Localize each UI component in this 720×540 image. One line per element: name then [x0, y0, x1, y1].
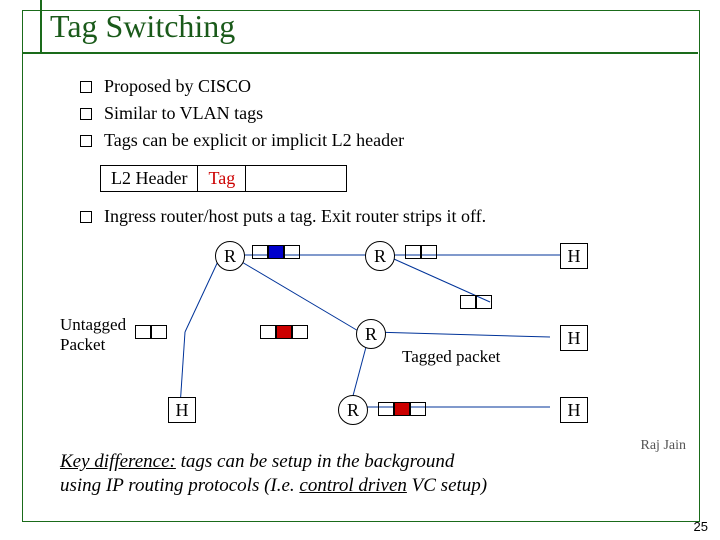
bullet-item: Tags can be explicit or implicit L2 head… — [80, 130, 660, 151]
bullet-item: Proposed by CISCO — [80, 76, 660, 97]
bullet-icon — [80, 81, 92, 93]
host-node: H — [560, 243, 588, 269]
l2-payload-cell — [246, 165, 347, 192]
host-node: H — [560, 397, 588, 423]
key-difference-control: control driven — [299, 475, 406, 496]
key-difference-part2b: VC setup) — [407, 475, 487, 496]
router-node: R — [215, 241, 245, 271]
host-node: H — [168, 397, 196, 423]
attribution-text: Raj Jain — [641, 438, 687, 454]
tagged-label: Tagged packet — [402, 347, 500, 367]
untagged-label-2: Packet — [60, 335, 105, 355]
key-difference-part2a: using IP routing protocols (I.e. — [60, 475, 299, 496]
bullet-text: Tags can be explicit or implicit L2 head… — [104, 130, 404, 151]
untagged-packet-icon — [460, 295, 492, 309]
untagged-packet-icon — [135, 325, 167, 339]
key-difference-text: Key difference: tags can be setup in the… — [60, 450, 660, 498]
router-node: R — [338, 395, 368, 425]
key-difference-label: Key difference: — [60, 451, 176, 472]
tagged-packet-icon — [260, 325, 308, 339]
slide-content: Proposed by CISCO Similar to VLAN tags T… — [60, 70, 660, 437]
slide-title: Tag Switching — [50, 8, 235, 45]
tagged-packet-icon — [252, 245, 300, 259]
bullet-icon — [80, 135, 92, 147]
bullet-text: Ingress router/host puts a tag. Exit rou… — [104, 206, 486, 227]
network-diagram: Untagged Packet R R H R H Tagged packet … — [60, 237, 660, 437]
bullet-icon — [80, 211, 92, 223]
untagged-packet-icon — [405, 245, 437, 259]
key-difference-part1: tags can be setup in the background — [176, 451, 454, 472]
l2-header-cell: L2 Header — [100, 165, 198, 192]
bullet-text: Proposed by CISCO — [104, 76, 251, 97]
bullet-item: Similar to VLAN tags — [80, 103, 660, 124]
page-number: 25 — [694, 519, 708, 534]
untagged-label-1: Untagged — [60, 315, 126, 335]
l2-tag-cell: Tag — [198, 165, 246, 192]
bullet-text: Similar to VLAN tags — [104, 103, 263, 124]
host-node: H — [560, 325, 588, 351]
tagged-packet-icon — [378, 402, 426, 416]
router-node: R — [356, 319, 386, 349]
router-node: R — [365, 241, 395, 271]
title-rule-vertical — [40, 0, 42, 52]
title-rule-horizontal — [22, 52, 698, 54]
l2-header-diagram: L2 Header Tag — [100, 165, 660, 192]
bullet-item: Ingress router/host puts a tag. Exit rou… — [80, 206, 660, 227]
bullet-icon — [80, 108, 92, 120]
